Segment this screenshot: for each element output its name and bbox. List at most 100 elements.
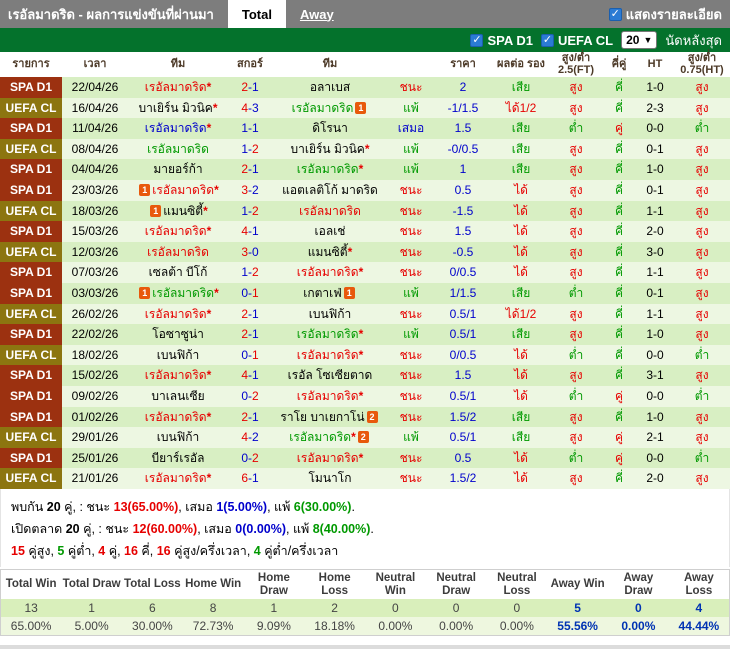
league-badge[interactable]: UEFA CL (0, 200, 62, 222)
team-name[interactable]: เรอัลมาดริด (297, 327, 359, 341)
checkbox-checked-icon[interactable]: ✓ (470, 33, 484, 47)
league-badge[interactable]: SPA D1 (0, 447, 62, 469)
league-badge[interactable]: SPA D1 (0, 386, 62, 407)
team-name[interactable]: อลาเบส (310, 80, 350, 94)
stats-column-header: Home Draw (243, 569, 305, 600)
team-name[interactable]: เอลเช่ (315, 224, 346, 238)
team-name[interactable]: เซลต้า บีโก้ (149, 265, 208, 279)
checkbox-checked-icon[interactable]: ✓ (608, 7, 622, 21)
stats-column-header: Neutral Draw (425, 569, 487, 600)
summary-segment: 13(65.00%) (113, 499, 179, 514)
team-name[interactable]: เรอัลมาดริด (289, 430, 351, 444)
team-name[interactable]: เรอัลมาดริด (297, 451, 359, 465)
league-badge[interactable]: UEFA CL (0, 97, 62, 119)
red-card-icon: 1 (343, 287, 355, 300)
team-name[interactable]: เรอัลมาดริด (147, 245, 209, 259)
league-badge[interactable]: SPA D1 (0, 180, 62, 201)
league-badge[interactable]: UEFA CL (0, 344, 62, 366)
team-name[interactable]: เรอัลมาดริด (145, 121, 207, 135)
team-name[interactable]: เรอัลมาดริด (145, 410, 207, 424)
team-name[interactable]: มายอร์ก้า (153, 162, 202, 176)
over-under-ht: สูง (674, 303, 730, 325)
filter-spa-d1[interactable]: ✓ SPA D1 (470, 33, 533, 48)
team-cell: เกตาเฟ่ 1 (272, 283, 388, 304)
tab-total[interactable]: Total (227, 0, 286, 28)
team-name[interactable]: ดิโรนา (312, 121, 348, 135)
team-name[interactable]: เรอัลมาดริด (145, 224, 207, 238)
odd-even: คี่ (602, 365, 636, 386)
show-details-label: แสดงรายละเอียด (625, 6, 722, 22)
team-name[interactable]: เรอัลมาดริด (152, 183, 214, 197)
team-name[interactable]: เบนฟิก้า (157, 348, 199, 362)
team-name[interactable]: เรอัลมาดริด (297, 265, 359, 279)
league-badge[interactable]: SPA D1 (0, 77, 62, 98)
summary-segment: , แพ้ (267, 499, 294, 514)
team-name[interactable]: เกตาเฟ่ (303, 286, 342, 300)
tab-away[interactable]: Away (286, 0, 348, 28)
team-name[interactable]: แมนซิตี้ (163, 204, 203, 218)
team-name[interactable]: บาเลนเซีย (151, 389, 204, 403)
team-name[interactable]: เรอัลมาดริด (292, 101, 354, 115)
match-count-select[interactable]: 20 ▼ (621, 31, 658, 49)
league-badge[interactable]: SPA D1 (0, 262, 62, 284)
ht-score: 0-0 (636, 344, 674, 366)
column-header: ทีม (272, 52, 388, 78)
team-name[interactable]: เบนฟิก้า (309, 307, 351, 321)
league-badge[interactable]: SPA D1 (0, 159, 62, 181)
league-badge[interactable]: SPA D1 (0, 118, 62, 139)
show-details-toggle[interactable]: ✓ แสดงรายละเอียด (608, 4, 730, 25)
league-badge[interactable]: SPA D1 (0, 365, 62, 386)
handicap-price: 1.5/2 (434, 468, 492, 489)
team-cell: 1 เรอัลมาดริด* (128, 283, 228, 304)
give-take-result: เสีย (492, 138, 550, 160)
team-name[interactable]: บาเยิร์น มิวนิค (290, 142, 364, 156)
home-score: 2 (241, 409, 248, 424)
team-name[interactable]: เรอัล โซเซียตาด (288, 368, 373, 382)
score-cell: 1-2 (228, 138, 272, 160)
team-name[interactable]: บียาร์เรอัล (152, 451, 205, 465)
league-badge[interactable]: SPA D1 (0, 406, 62, 428)
stats-percent: 5.00% (61, 617, 122, 636)
match-date: 26/02/26 (62, 303, 128, 325)
team-name[interactable]: เรอัลมาดริด (145, 307, 207, 321)
over-under-ft: สูง (550, 159, 602, 181)
league-badge[interactable]: UEFA CL (0, 241, 62, 263)
home-asterisk: * (206, 471, 212, 486)
team-name[interactable]: เรอัลมาดริด (145, 368, 207, 382)
stats-value: 0 (365, 599, 426, 618)
odd-even: คี่ (602, 159, 636, 181)
over-under-ht: ต่ำ (674, 447, 730, 469)
team-name[interactable]: โอซาซูน่า (152, 327, 204, 341)
team-name[interactable]: แมนซิตี้ (308, 245, 348, 259)
stats-column-header: Home Win (182, 569, 244, 600)
match-row: SPA D1 22/04/26 เรอัลมาดริด* 2-1 อลาเบส ชนะ 2 เ… (0, 77, 730, 98)
filter-uefa-cl[interactable]: ✓ UEFA CL (540, 33, 613, 48)
checkbox-checked-icon[interactable]: ✓ (540, 33, 554, 47)
handicap-price: 0.5/1 (434, 386, 492, 407)
give-take-result: เสีย (492, 159, 550, 181)
team-name[interactable]: เรอัลมาดริด (297, 389, 359, 403)
over-under-ft: สูง (550, 303, 602, 325)
team-name[interactable]: เรอัลมาดริด (147, 142, 209, 156)
handicap-result: ชนะ (388, 303, 434, 325)
league-badge[interactable]: SPA D1 (0, 283, 62, 304)
league-badge[interactable]: UEFA CL (0, 427, 62, 448)
team-name[interactable]: โมนาโก (308, 471, 351, 485)
league-badge[interactable]: SPA D1 (0, 221, 62, 242)
league-badge[interactable]: UEFA CL (0, 303, 62, 325)
team-name[interactable]: เรอัลมาดริด (297, 348, 359, 362)
team-name[interactable]: เรอัลมาดริด (297, 162, 359, 176)
team-name[interactable]: แอตเลติโก้ มาดริด (282, 183, 378, 197)
team-name[interactable]: ราโย บาเยกาโน่ (280, 410, 364, 424)
league-badge[interactable]: SPA D1 (0, 324, 62, 345)
team-name[interactable]: เรอัลมาดริด (145, 471, 207, 485)
team-name[interactable]: เรอัลมาดริด (145, 80, 207, 94)
odd-even: คี่ (602, 200, 636, 222)
league-badge[interactable]: UEFA CL (0, 138, 62, 160)
team-name[interactable]: เบนฟิก้า (157, 430, 199, 444)
league-badge[interactable]: UEFA CL (0, 468, 62, 489)
team-name[interactable]: บาเยิร์น มิวนิค (138, 101, 212, 115)
team-cell: เรอัลมาดริด* (272, 447, 388, 469)
team-name[interactable]: เรอัลมาดริด (152, 286, 214, 300)
team-name[interactable]: เรอัลมาดริด (299, 204, 361, 218)
